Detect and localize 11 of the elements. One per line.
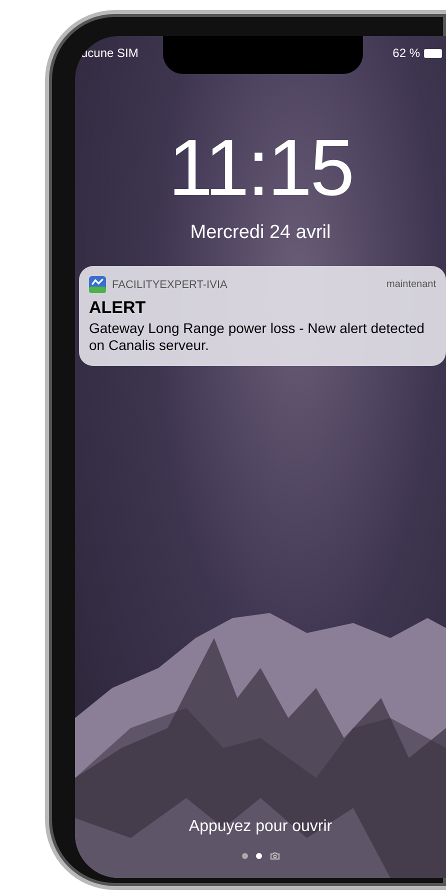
- clock-time: 11:15: [168, 122, 353, 214]
- battery-percent: 62 %: [392, 46, 420, 60]
- app-icon: [89, 276, 106, 293]
- notification-time: maintenant: [386, 279, 436, 290]
- camera-icon[interactable]: [270, 852, 280, 860]
- clock-date: Mercredi 24 avril: [190, 222, 331, 244]
- notification-body: Gateway Long Range power loss - New alert detected on Canalis serveur.: [89, 320, 426, 354]
- app-name: FACILITYEXPERT-IVIA: [112, 278, 228, 290]
- notification-title: ALERT: [89, 298, 147, 318]
- notification-card[interactable]: FACILITYEXPERT-IVIA maintenant ALERT Gateway Long Range power loss - New alert detected on Canalis serveur.: [79, 266, 446, 366]
- unlock-hint: Appuyez pour ouvrir: [188, 818, 332, 836]
